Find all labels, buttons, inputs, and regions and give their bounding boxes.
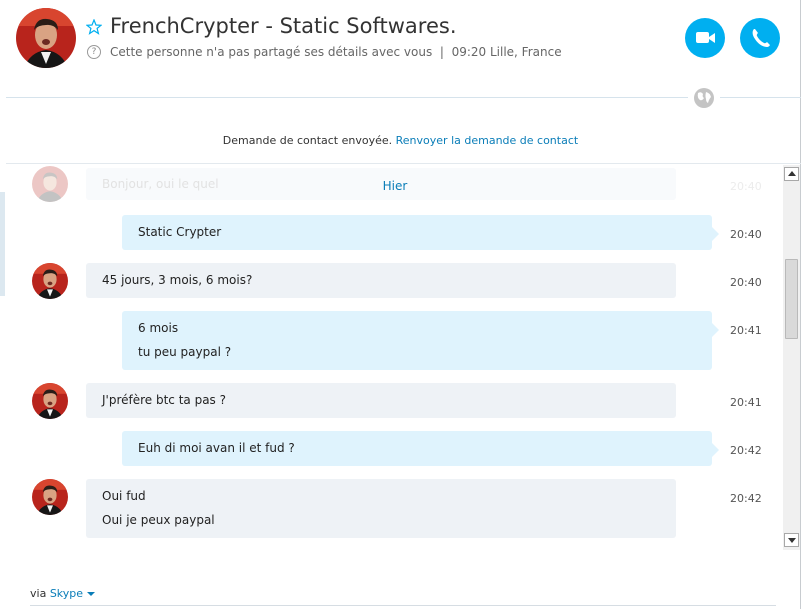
video-call-button[interactable] <box>685 18 725 58</box>
banner-divider <box>6 163 801 164</box>
request-status-text: Demande de contact envoyée. <box>222 134 393 147</box>
message-text: 6 mois <box>138 321 179 335</box>
contact-status: Cette personne n'a pas partagé ses détai… <box>110 45 562 59</box>
header-divider <box>6 97 801 98</box>
message-time: 20:41 <box>730 324 762 337</box>
help-icon[interactable]: ? <box>87 45 101 59</box>
scroll-up-button[interactable] <box>784 167 799 181</box>
day-separator: Hier <box>382 179 408 193</box>
window-edge-strip <box>0 192 5 296</box>
phone-icon <box>752 29 770 47</box>
conversation-scrollbar[interactable] <box>783 165 800 550</box>
resend-request-link[interactable]: Renvoyer la demande de contact <box>396 134 579 147</box>
service-selector[interactable]: via Skype <box>30 587 96 600</box>
faded-message-time: 20:40 <box>730 180 762 193</box>
message-text: Oui je peux paypal <box>102 513 215 527</box>
message-time: 20:40 <box>730 228 762 241</box>
globe-badge <box>688 86 720 110</box>
scrollbar-thumb[interactable] <box>785 259 798 339</box>
message-bubble-incoming[interactable]: Oui fud Oui je peux paypal <box>86 479 676 538</box>
message-bubble-incoming[interactable]: J'préfère btc ta pas ? <box>86 383 676 418</box>
service-name[interactable]: Skype <box>50 587 83 600</box>
message-bubble-outgoing[interactable]: 6 mois tu peu paypal ? <box>122 311 719 370</box>
sender-avatar[interactable] <box>32 263 68 299</box>
message-text: Oui fud <box>102 489 146 503</box>
message-bubble-incoming[interactable]: 45 jours, 3 mois, 6 mois? <box>86 263 676 298</box>
favorite-star-icon[interactable] <box>85 18 103 35</box>
message-text: Static Crypter <box>138 225 222 239</box>
scroll-down-button[interactable] <box>784 533 799 547</box>
faded-message-text: Bonjour, oui le quel <box>102 177 219 191</box>
caret-down-icon[interactable] <box>87 592 96 596</box>
contact-request-banner: Demande de contact envoyée. Renvoyer la … <box>0 134 801 147</box>
message-time: 20:42 <box>730 492 762 505</box>
compose-divider <box>30 605 776 606</box>
video-camera-icon <box>696 32 715 43</box>
message-text: J'préfère btc ta pas ? <box>102 393 226 407</box>
sender-avatar <box>32 166 68 202</box>
message-time: 20:41 <box>730 396 762 409</box>
contact-name: FrenchCrypter - Static Softwares. <box>110 14 457 38</box>
globe-icon <box>694 88 714 108</box>
message-time: 20:40 <box>730 276 762 289</box>
message-text: tu peu paypal ? <box>138 345 232 359</box>
sender-avatar[interactable] <box>32 383 68 419</box>
via-label: via <box>30 587 47 600</box>
message-text: Euh di moi avan il et fud ? <box>138 441 295 455</box>
message-text: 45 jours, 3 mois, 6 mois? <box>102 273 253 287</box>
sender-avatar[interactable] <box>32 479 68 515</box>
message-time: 20:42 <box>730 444 762 457</box>
arrow-down-icon <box>788 538 796 543</box>
message-bubble-outgoing[interactable]: Static Crypter <box>122 215 719 250</box>
message-bubble-outgoing[interactable]: Euh di moi avan il et fud ? <box>122 431 719 466</box>
contact-avatar[interactable] <box>16 8 76 68</box>
arrow-up-icon <box>788 171 796 176</box>
audio-call-button[interactable] <box>740 18 780 58</box>
